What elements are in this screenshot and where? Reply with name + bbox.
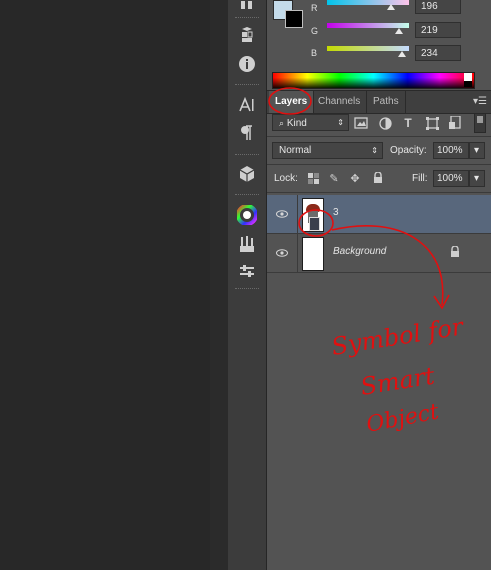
dropdown-arrows-icon: ⇕ <box>337 118 344 127</box>
spectrum-white-chip[interactable] <box>464 73 472 81</box>
3d-layers-icon[interactable] <box>235 24 259 46</box>
strip-grip[interactable] <box>235 17 259 20</box>
blend-mode-dropdown[interactable]: Normal ⇕ <box>272 142 383 159</box>
channel-b-thumb[interactable] <box>398 51 406 57</box>
layers-empty-area <box>267 273 491 570</box>
shape-filter-icon[interactable] <box>424 115 440 131</box>
strip-grip[interactable] <box>235 154 259 157</box>
filter-kind-label: Kind <box>286 118 307 129</box>
channel-r-slider[interactable] <box>327 0 409 5</box>
tab-layers[interactable]: Layers <box>269 91 315 113</box>
background-color-swatch[interactable] <box>285 10 303 28</box>
layer-lock-icon <box>450 245 460 261</box>
tab-paths[interactable]: Paths <box>367 91 406 113</box>
paragraph-icon[interactable] <box>235 122 259 144</box>
filter-toggle-switch[interactable] <box>474 113 486 133</box>
channel-g-thumb[interactable] <box>395 28 403 34</box>
filter-kind-dropdown[interactable]: ⌕ Kind ⇕ <box>272 114 349 131</box>
lock-all-icon[interactable] <box>371 171 385 185</box>
blend-mode-value: Normal <box>279 145 312 156</box>
channel-b-label: B <box>311 48 318 58</box>
history-icon[interactable] <box>235 0 259 12</box>
tab-channels[interactable]: Channels <box>312 91 368 113</box>
smart-object-badge-icon <box>309 217 320 231</box>
layer-thumbnail[interactable] <box>302 198 324 232</box>
divider <box>267 136 491 137</box>
collapsed-panel-strip <box>228 0 267 570</box>
lock-image-pixels-icon[interactable]: ✎ <box>327 171 341 185</box>
visibility-eye-icon[interactable] <box>275 207 289 221</box>
channel-g-label: G <box>311 26 319 36</box>
eye-column-divider <box>297 234 298 272</box>
fill-input[interactable]: 100% <box>433 170 469 187</box>
tool-presets-icon[interactable] <box>235 260 259 282</box>
layer-row[interactable]: Background <box>267 234 491 273</box>
panel-menu-icon[interactable]: ▾☰ <box>473 96 487 107</box>
opacity-input[interactable]: 100% <box>433 142 469 159</box>
lock-position-icon[interactable]: ✥ <box>348 171 362 185</box>
layer-thumbnail[interactable] <box>302 237 324 271</box>
fill-dropdown-button[interactable]: ▾ <box>469 170 485 187</box>
lock-label: Lock: <box>274 173 298 184</box>
divider <box>267 164 491 165</box>
color-spectrum-bar[interactable] <box>272 72 475 89</box>
divider <box>267 192 491 193</box>
character-icon[interactable] <box>235 94 259 116</box>
spectrum-black-chip[interactable] <box>464 81 472 87</box>
color-panel: R 196 G 219 B 234 <box>267 0 491 90</box>
layer-name[interactable]: 3 <box>333 207 339 218</box>
opacity-label: Opacity: <box>390 145 427 156</box>
channel-r-thumb[interactable] <box>387 4 395 10</box>
adjustment-filter-icon[interactable] <box>377 115 393 131</box>
channel-r-label: R <box>311 3 318 13</box>
strip-grip[interactable] <box>235 84 259 87</box>
panel-gutter <box>210 0 229 570</box>
brush-presets-icon[interactable] <box>235 233 259 255</box>
color-wheel-icon[interactable] <box>235 204 259 226</box>
document-canvas-area[interactable] <box>0 0 210 570</box>
search-icon: ⌕ <box>279 118 285 128</box>
strip-grip[interactable] <box>235 194 259 197</box>
panel-dock: R 196 G 219 B 234 Layers Channels Paths … <box>267 0 491 570</box>
channel-g-value[interactable]: 219 <box>415 22 461 38</box>
layers-panel-tab-bar: Layers Channels Paths ▾☰ <box>267 90 491 114</box>
eye-column-divider <box>297 195 298 233</box>
opacity-dropdown-button[interactable]: ▾ <box>469 142 485 159</box>
strip-grip[interactable] <box>235 288 259 291</box>
layer-name[interactable]: Background <box>333 246 386 257</box>
lock-transparent-pixels-icon[interactable] <box>306 171 320 185</box>
dropdown-arrows-icon: ⇕ <box>371 146 378 155</box>
smart-object-filter-icon[interactable] <box>447 115 463 131</box>
info-icon[interactable] <box>235 53 259 75</box>
channel-b-slider[interactable] <box>327 46 409 51</box>
channel-b-value[interactable]: 234 <box>415 45 461 61</box>
image-filter-icon[interactable] <box>353 115 369 131</box>
3d-cube-icon[interactable] <box>235 163 259 185</box>
type-filter-icon[interactable]: T <box>400 115 416 131</box>
fill-label: Fill: <box>412 173 428 184</box>
channel-r-value[interactable]: 196 <box>415 0 461 14</box>
layer-row[interactable]: 3 <box>267 195 491 234</box>
visibility-eye-icon[interactable] <box>275 246 289 260</box>
